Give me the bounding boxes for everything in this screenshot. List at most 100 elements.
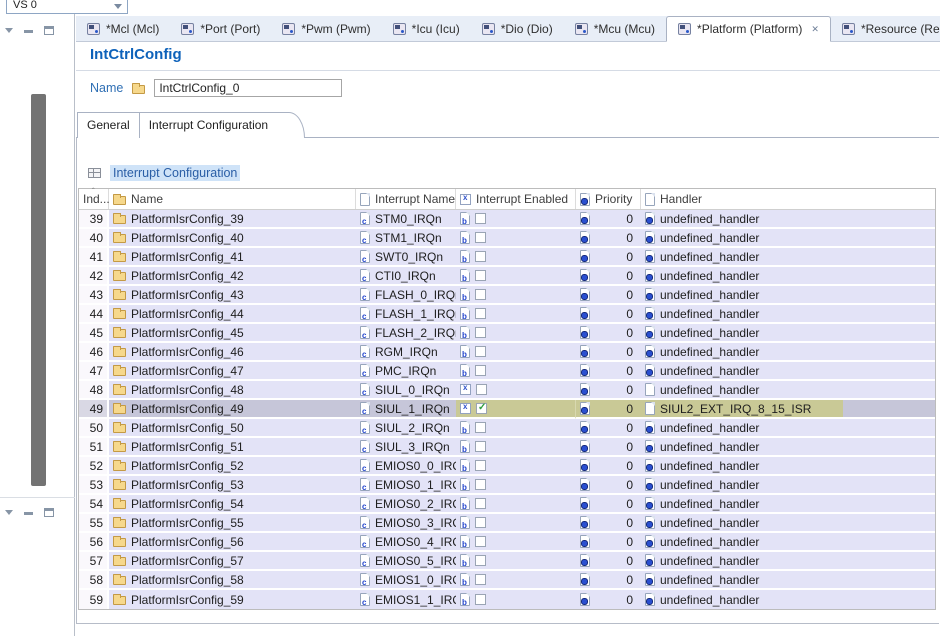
cell-priority[interactable]: 0 bbox=[576, 514, 641, 533]
cell-interrupt-name[interactable]: SIUL_0_IRQn bbox=[356, 381, 456, 400]
column-header-priority[interactable]: Priority bbox=[576, 189, 641, 209]
cell-interrupt-name[interactable]: EMIOS0_1_IRQn bbox=[356, 476, 456, 495]
column-header-index[interactable]: Ind... ˆ bbox=[79, 187, 110, 209]
cell-name[interactable]: PlatformIsrConfig_46 bbox=[109, 343, 356, 362]
cell-handler[interactable]: undefined_handler bbox=[641, 457, 935, 476]
cell-priority[interactable]: 0 bbox=[576, 552, 641, 571]
cell-name[interactable]: PlatformIsrConfig_50 bbox=[109, 419, 356, 438]
enabled-checkbox[interactable] bbox=[475, 498, 486, 509]
cell-interrupt-name[interactable]: STM1_IRQn bbox=[356, 229, 456, 248]
cell-priority[interactable]: 0 bbox=[576, 343, 641, 362]
enabled-checkbox[interactable] bbox=[475, 346, 486, 357]
enabled-checkbox[interactable] bbox=[475, 441, 486, 452]
table-row[interactable]: 41 PlatformIsrConfig_41 SWT0_IRQn 0 unde… bbox=[79, 248, 935, 267]
table-row[interactable]: 43 PlatformIsrConfig_43 FLASH_0_IRQn 0 u… bbox=[79, 286, 935, 305]
enabled-checkbox[interactable] bbox=[475, 251, 486, 262]
column-header-interrupt-name[interactable]: Interrupt Name bbox=[356, 189, 456, 209]
section-label[interactable]: Interrupt Configuration bbox=[110, 165, 241, 181]
enabled-checkbox[interactable] bbox=[475, 460, 486, 471]
enabled-checkbox[interactable] bbox=[475, 555, 486, 566]
cell-handler[interactable]: undefined_handler bbox=[641, 571, 935, 590]
table-row[interactable]: 42 PlatformIsrConfig_42 CTI0_IRQn 0 unde… bbox=[79, 267, 935, 286]
cell-handler[interactable]: undefined_handler bbox=[641, 495, 935, 514]
cell-name[interactable]: PlatformIsrConfig_43 bbox=[109, 286, 356, 305]
cell-interrupt-enabled[interactable] bbox=[456, 381, 576, 400]
cell-interrupt-name[interactable]: EMIOS0_5_IRQn bbox=[356, 552, 456, 571]
cell-handler[interactable]: SIUL2_EXT_IRQ_8_15_ISR bbox=[641, 400, 935, 419]
cell-interrupt-enabled[interactable] bbox=[456, 438, 576, 457]
cell-name[interactable]: PlatformIsrConfig_48 bbox=[109, 381, 356, 400]
table-row[interactable]: 45 PlatformIsrConfig_45 FLASH_2_IRQn 0 u… bbox=[79, 324, 935, 343]
cell-interrupt-name[interactable]: SWT0_IRQn bbox=[356, 248, 456, 267]
table-row[interactable]: 59 PlatformIsrConfig_59 EMIOS1_1_IRQn 0 … bbox=[79, 590, 935, 609]
cell-interrupt-name[interactable]: FLASH_2_IRQn bbox=[356, 324, 456, 343]
cell-interrupt-enabled[interactable] bbox=[456, 552, 576, 571]
table-row[interactable]: 51 PlatformIsrConfig_51 SIUL_3_IRQn 0 un… bbox=[79, 438, 935, 457]
table-row[interactable]: 49 PlatformIsrConfig_49 SIUL_1_IRQn 0 SI… bbox=[79, 400, 935, 419]
cell-interrupt-name[interactable]: RGM_IRQn bbox=[356, 343, 456, 362]
cell-interrupt-name[interactable]: FLASH_1_IRQn bbox=[356, 305, 456, 324]
column-header-interrupt-enabled[interactable]: Interrupt Enabled bbox=[456, 189, 576, 209]
cell-priority[interactable]: 0 bbox=[576, 305, 641, 324]
cell-priority[interactable]: 0 bbox=[576, 324, 641, 343]
cell-handler[interactable]: undefined_handler bbox=[641, 267, 935, 286]
cell-priority[interactable]: 0 bbox=[576, 476, 641, 495]
cell-name[interactable]: PlatformIsrConfig_41 bbox=[109, 248, 356, 267]
cell-priority[interactable]: 0 bbox=[576, 419, 641, 438]
editor-tab[interactable]: *Platform (Platform) ✕ bbox=[666, 16, 831, 42]
cell-name[interactable]: PlatformIsrConfig_44 bbox=[109, 305, 356, 324]
cell-name[interactable]: PlatformIsrConfig_40 bbox=[109, 229, 356, 248]
cell-interrupt-name[interactable]: CTI0_IRQn bbox=[356, 267, 456, 286]
cell-priority[interactable]: 0 bbox=[576, 229, 641, 248]
cell-interrupt-name[interactable]: EMIOS1_0_IRQn bbox=[356, 571, 456, 590]
cell-interrupt-enabled[interactable] bbox=[456, 514, 576, 533]
enabled-checkbox[interactable] bbox=[475, 327, 486, 338]
cell-interrupt-enabled[interactable] bbox=[456, 457, 576, 476]
enabled-checkbox[interactable] bbox=[475, 536, 486, 547]
cell-priority[interactable]: 0 bbox=[576, 362, 641, 381]
enabled-checkbox[interactable] bbox=[475, 517, 486, 528]
cell-interrupt-enabled[interactable] bbox=[456, 248, 576, 267]
cell-interrupt-name[interactable]: SIUL_3_IRQn bbox=[356, 438, 456, 457]
tab-interrupt-configuration[interactable]: Interrupt Configuration bbox=[138, 112, 306, 138]
cell-handler[interactable]: undefined_handler bbox=[641, 438, 935, 457]
cell-name[interactable]: PlatformIsrConfig_49 bbox=[109, 400, 356, 419]
cell-handler[interactable]: undefined_handler bbox=[641, 533, 935, 552]
cell-name[interactable]: PlatformIsrConfig_55 bbox=[109, 514, 356, 533]
cell-interrupt-enabled[interactable] bbox=[456, 343, 576, 362]
cell-priority[interactable]: 0 bbox=[576, 400, 641, 419]
cell-interrupt-enabled[interactable] bbox=[456, 286, 576, 305]
cell-priority[interactable]: 0 bbox=[576, 381, 641, 400]
cell-interrupt-name[interactable]: EMIOS0_3_IRQn bbox=[356, 514, 456, 533]
cell-handler[interactable]: undefined_handler bbox=[641, 381, 935, 400]
cell-handler[interactable]: undefined_handler bbox=[641, 552, 935, 571]
cell-name[interactable]: PlatformIsrConfig_58 bbox=[109, 571, 356, 590]
cell-handler[interactable]: undefined_handler bbox=[641, 229, 935, 248]
cell-handler[interactable]: undefined_handler bbox=[641, 305, 935, 324]
maximize-icon[interactable] bbox=[44, 507, 54, 517]
chevron-down-icon[interactable] bbox=[5, 27, 13, 33]
cell-name[interactable]: PlatformIsrConfig_53 bbox=[109, 476, 356, 495]
cell-interrupt-enabled[interactable] bbox=[456, 305, 576, 324]
cell-interrupt-enabled[interactable] bbox=[456, 419, 576, 438]
cell-name[interactable]: PlatformIsrConfig_47 bbox=[109, 362, 356, 381]
cell-handler[interactable]: undefined_handler bbox=[641, 343, 935, 362]
cell-name[interactable]: PlatformIsrConfig_54 bbox=[109, 495, 356, 514]
cell-name[interactable]: PlatformIsrConfig_57 bbox=[109, 552, 356, 571]
cell-priority[interactable]: 0 bbox=[576, 495, 641, 514]
table-row[interactable]: 48 PlatformIsrConfig_48 SIUL_0_IRQn 0 un… bbox=[79, 381, 935, 400]
maximize-icon[interactable] bbox=[44, 25, 54, 35]
cell-interrupt-enabled[interactable] bbox=[456, 229, 576, 248]
cell-priority[interactable]: 0 bbox=[576, 571, 641, 590]
cell-priority[interactable]: 0 bbox=[576, 286, 641, 305]
enabled-checkbox[interactable] bbox=[476, 402, 487, 414]
editor-tab[interactable]: *Pwm (Pwm) bbox=[271, 16, 381, 41]
enabled-checkbox[interactable] bbox=[475, 308, 486, 319]
table-row[interactable]: 54 PlatformIsrConfig_54 EMIOS0_2_IRQn 0 … bbox=[79, 495, 935, 514]
table-row[interactable]: 44 PlatformIsrConfig_44 FLASH_1_IRQn 0 u… bbox=[79, 305, 935, 324]
tab-general[interactable]: General bbox=[77, 112, 140, 138]
cell-handler[interactable]: undefined_handler bbox=[641, 514, 935, 533]
cell-interrupt-name[interactable]: SIUL_2_IRQn bbox=[356, 419, 456, 438]
editor-tab[interactable]: *Mcl (Mcl) bbox=[76, 16, 170, 41]
cell-interrupt-enabled[interactable] bbox=[456, 571, 576, 590]
